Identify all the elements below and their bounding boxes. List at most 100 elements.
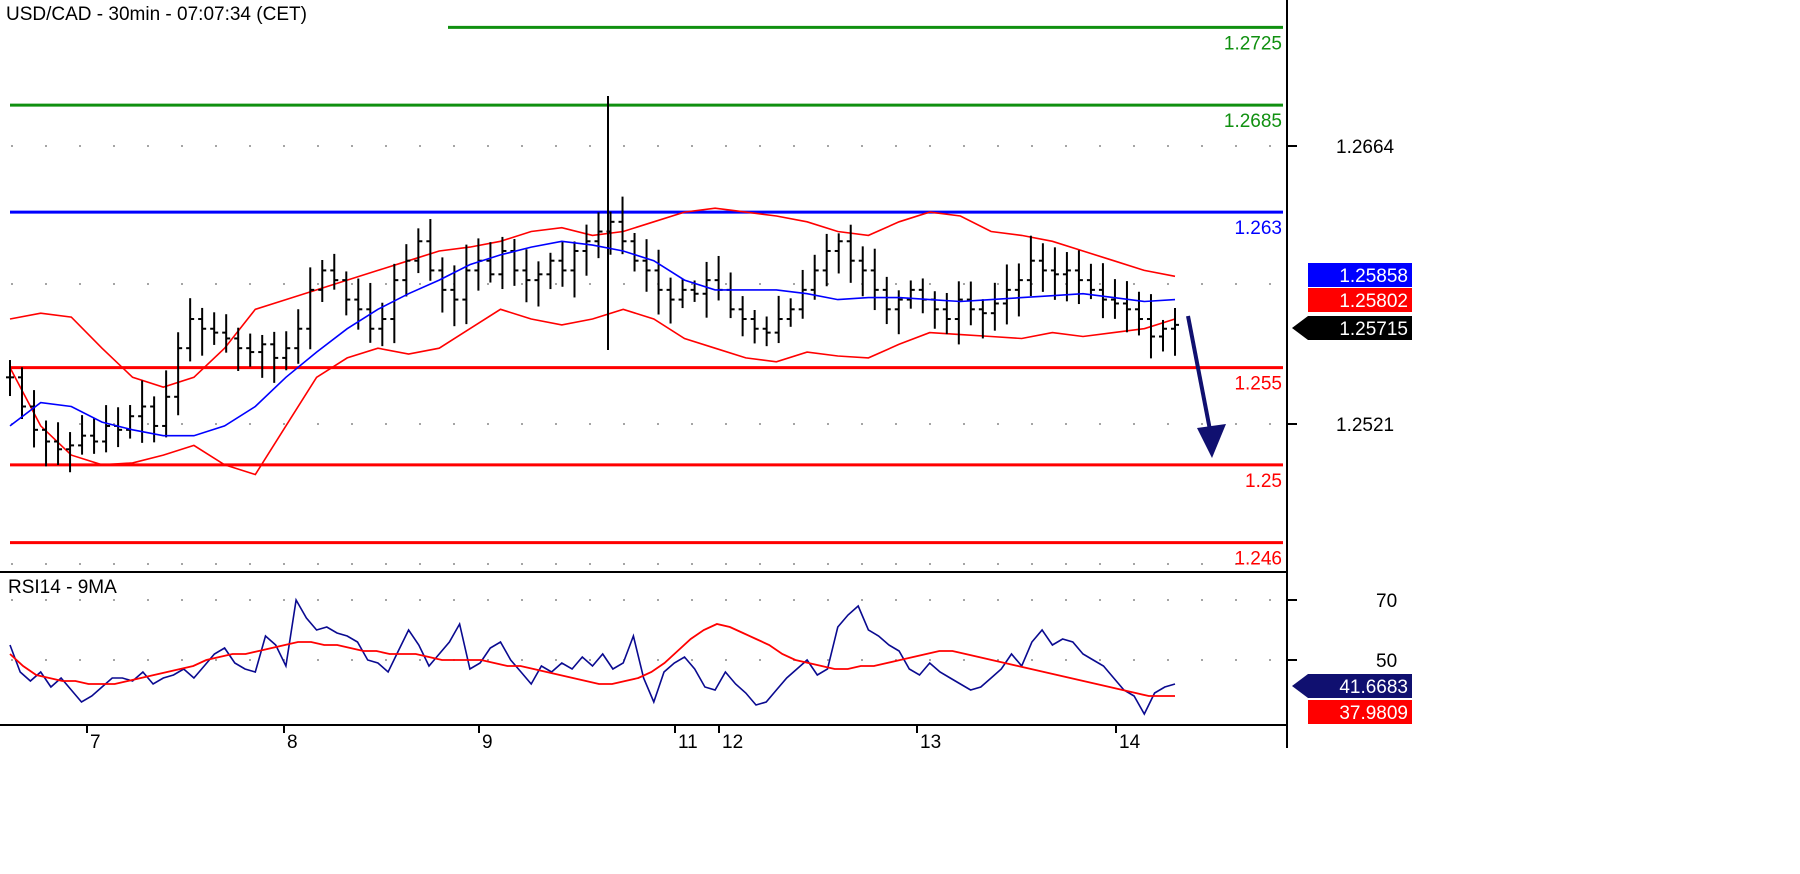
grid-dot	[147, 283, 149, 285]
grid-dot	[793, 563, 795, 565]
grid-dot	[827, 659, 829, 661]
grid-dot	[79, 599, 81, 601]
price-tag-label: 1.25715	[1339, 319, 1408, 340]
grid-dot	[79, 145, 81, 147]
x-tick-label: 13	[920, 732, 941, 753]
grid-dot	[1269, 659, 1271, 661]
bollinger-upper-line	[9, 207, 1176, 388]
grid-dot	[1235, 145, 1237, 147]
grid-dot	[589, 599, 591, 601]
grid-dot	[419, 659, 421, 661]
grid-dot	[1269, 423, 1271, 425]
grid-dot	[249, 283, 251, 285]
grid-dot	[283, 599, 285, 601]
grid-dot	[147, 599, 149, 601]
grid-dot	[963, 145, 965, 147]
grid-dot	[589, 563, 591, 565]
grid-dot	[181, 563, 183, 565]
rsi-tag-pointer	[1292, 674, 1308, 698]
grid-dot	[147, 563, 149, 565]
grid-dot	[895, 599, 897, 601]
grid-dot	[215, 659, 217, 661]
grid-dot	[521, 145, 523, 147]
grid-dot	[1235, 659, 1237, 661]
price-tag-pointer	[1292, 316, 1308, 340]
grid-dot	[351, 283, 353, 285]
grid-dot	[351, 145, 353, 147]
grid-dot	[215, 599, 217, 601]
grid-dot	[793, 283, 795, 285]
grid-dot	[351, 659, 353, 661]
grid-dot	[487, 599, 489, 601]
grid-dot	[1167, 563, 1169, 565]
grid-dot	[997, 283, 999, 285]
grid-dot	[555, 283, 557, 285]
grid-dot	[895, 423, 897, 425]
y-tick-label: 1.2521	[1336, 415, 1394, 436]
grid-dot	[1269, 145, 1271, 147]
grid-dot	[861, 659, 863, 661]
moving-average	[9, 240, 1176, 437]
level-label: 1.246	[1234, 549, 1282, 570]
grid-dot	[11, 145, 13, 147]
grid-dot	[861, 145, 863, 147]
grid-dot	[793, 423, 795, 425]
grid-dot	[555, 145, 557, 147]
grid-dot	[691, 145, 693, 147]
grid-dot	[453, 145, 455, 147]
grid-dot	[759, 563, 761, 565]
grid-dot	[929, 659, 931, 661]
grid-dot	[997, 563, 999, 565]
bollinger-lower-line	[9, 308, 1176, 476]
grid-dot	[11, 283, 13, 285]
grid-dot	[11, 659, 13, 661]
grid-dot	[827, 145, 829, 147]
grid-dot	[1235, 599, 1237, 601]
grid-dot	[623, 563, 625, 565]
grid-dot	[1031, 423, 1033, 425]
grid-dot	[113, 145, 115, 147]
grid-dot	[623, 599, 625, 601]
grid-dot	[589, 659, 591, 661]
grid-dot	[657, 563, 659, 565]
grid-dot	[1235, 283, 1237, 285]
grid-dot	[759, 423, 761, 425]
grid-dot	[11, 599, 13, 601]
grid-dot	[45, 145, 47, 147]
level-label: 1.25	[1245, 471, 1282, 492]
grid-dot	[181, 423, 183, 425]
rsi-y-tick-label: 70	[1376, 591, 1397, 612]
grid-dot	[419, 423, 421, 425]
grid-dot	[215, 283, 217, 285]
grid-dot	[487, 423, 489, 425]
grid-dot	[929, 423, 931, 425]
grid-dot	[521, 659, 523, 661]
grid-dots	[11, 145, 1271, 661]
grid-dot	[45, 563, 47, 565]
grid-dot	[351, 599, 353, 601]
grid-dot	[45, 659, 47, 661]
rsi-y-tick-label: 50	[1376, 651, 1397, 672]
grid-dot	[1133, 423, 1135, 425]
grid-dot	[997, 145, 999, 147]
grid-dot	[1031, 659, 1033, 661]
grid-dot	[555, 423, 557, 425]
grid-dot	[181, 599, 183, 601]
grid-dot	[1269, 599, 1271, 601]
grid-dot	[419, 283, 421, 285]
grid-dot	[963, 599, 965, 601]
grid-dot	[453, 423, 455, 425]
price-tags: 1.2664 1.2521 1.25858 1.25802 1.25715	[1287, 137, 1412, 436]
down-arrow-icon	[1186, 315, 1226, 458]
grid-dot	[997, 423, 999, 425]
grid-dot	[1201, 659, 1203, 661]
grid-dot	[963, 563, 965, 565]
grid-dot	[963, 423, 965, 425]
grid-dot	[657, 659, 659, 661]
grid-dot	[317, 283, 319, 285]
x-tick-label: 14	[1119, 732, 1141, 753]
grid-dot	[555, 563, 557, 565]
grid-dot	[1201, 563, 1203, 565]
grid-dot	[1167, 283, 1169, 285]
grid-dot	[1201, 145, 1203, 147]
